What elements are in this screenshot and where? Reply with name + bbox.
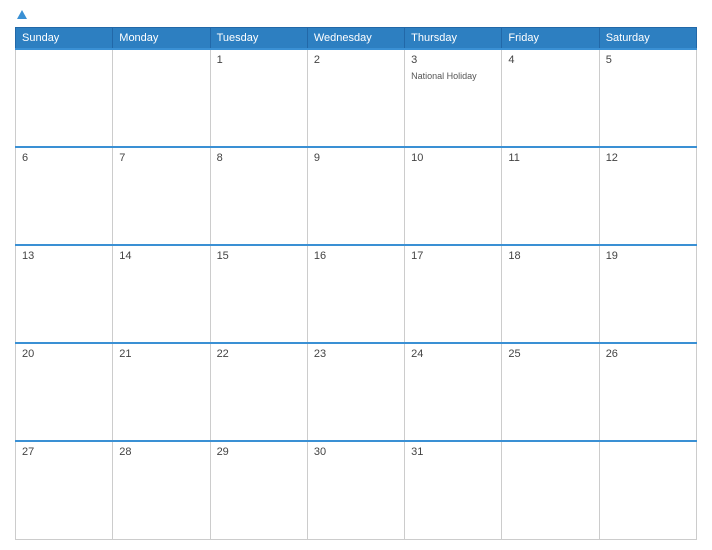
- day-number: 22: [217, 348, 301, 360]
- day-number: 3: [411, 54, 495, 66]
- calendar-cell: 21: [113, 343, 210, 441]
- calendar-cell: 18: [502, 245, 599, 343]
- calendar-cell: 11: [502, 147, 599, 245]
- day-number: 11: [508, 152, 592, 164]
- calendar-cell: 6: [16, 147, 113, 245]
- day-number: 7: [119, 152, 203, 164]
- day-number: 29: [217, 446, 301, 458]
- calendar-cell: [16, 49, 113, 147]
- calendar-cell: 29: [210, 441, 307, 539]
- day-number: 5: [606, 54, 690, 66]
- calendar-table: SundayMondayTuesdayWednesdayThursdayFrid…: [15, 27, 697, 540]
- calendar-cell: 5: [599, 49, 696, 147]
- day-number: 1: [217, 54, 301, 66]
- calendar-cell: 3 National Holiday: [405, 49, 502, 147]
- calendar-cell: 10: [405, 147, 502, 245]
- day-number: 8: [217, 152, 301, 164]
- weekday-header-wednesday: Wednesday: [307, 28, 404, 50]
- day-number: 2: [314, 54, 398, 66]
- calendar-cell: 26: [599, 343, 696, 441]
- day-number: 18: [508, 250, 592, 262]
- day-number: 25: [508, 348, 592, 360]
- calendar-cell: 31: [405, 441, 502, 539]
- calendar-cell: 23: [307, 343, 404, 441]
- calendar-cell: 30: [307, 441, 404, 539]
- day-number: 28: [119, 446, 203, 458]
- calendar-cell: 1: [210, 49, 307, 147]
- calendar-cell: 2: [307, 49, 404, 147]
- day-number: 15: [217, 250, 301, 262]
- logo: [15, 10, 27, 19]
- day-number: 31: [411, 446, 495, 458]
- weekday-header-saturday: Saturday: [599, 28, 696, 50]
- calendar-cell: 22: [210, 343, 307, 441]
- day-number: 27: [22, 446, 106, 458]
- weekday-header-friday: Friday: [502, 28, 599, 50]
- week-row-1: 1 2 3 National Holiday 4 5: [16, 49, 697, 147]
- day-number: 19: [606, 250, 690, 262]
- day-number: 9: [314, 152, 398, 164]
- calendar-cell: 25: [502, 343, 599, 441]
- weekday-header-sunday: Sunday: [16, 28, 113, 50]
- weekday-header-tuesday: Tuesday: [210, 28, 307, 50]
- calendar-page: SundayMondayTuesdayWednesdayThursdayFrid…: [0, 0, 712, 550]
- calendar-cell: 17: [405, 245, 502, 343]
- week-row-5: 27 28 29 30 31: [16, 441, 697, 539]
- day-event: National Holiday: [411, 71, 477, 81]
- day-number: 17: [411, 250, 495, 262]
- calendar-cell: 12: [599, 147, 696, 245]
- calendar-cell: 13: [16, 245, 113, 343]
- day-number: 23: [314, 348, 398, 360]
- calendar-cell: 28: [113, 441, 210, 539]
- day-number: 26: [606, 348, 690, 360]
- week-row-3: 13 14 15 16 17 18 19: [16, 245, 697, 343]
- calendar-cell: [113, 49, 210, 147]
- day-number: 12: [606, 152, 690, 164]
- day-number: 24: [411, 348, 495, 360]
- weekday-header-row: SundayMondayTuesdayWednesdayThursdayFrid…: [16, 28, 697, 50]
- day-number: 10: [411, 152, 495, 164]
- calendar-cell: [599, 441, 696, 539]
- calendar-cell: 19: [599, 245, 696, 343]
- calendar-header: [15, 10, 697, 19]
- calendar-cell: 4: [502, 49, 599, 147]
- calendar-cell: 27: [16, 441, 113, 539]
- day-number: 13: [22, 250, 106, 262]
- weekday-header-thursday: Thursday: [405, 28, 502, 50]
- day-number: 20: [22, 348, 106, 360]
- day-number: 6: [22, 152, 106, 164]
- day-number: 16: [314, 250, 398, 262]
- calendar-cell: 16: [307, 245, 404, 343]
- logo-triangle-icon: [17, 10, 27, 19]
- day-number: 14: [119, 250, 203, 262]
- calendar-cell: 20: [16, 343, 113, 441]
- day-number: 4: [508, 54, 592, 66]
- calendar-cell: 15: [210, 245, 307, 343]
- week-row-2: 6 7 8 9 10 11 12: [16, 147, 697, 245]
- day-number: 30: [314, 446, 398, 458]
- calendar-cell: 9: [307, 147, 404, 245]
- calendar-cell: 24: [405, 343, 502, 441]
- week-row-4: 20 21 22 23 24 25 26: [16, 343, 697, 441]
- calendar-cell: [502, 441, 599, 539]
- calendar-cell: 8: [210, 147, 307, 245]
- day-number: 21: [119, 348, 203, 360]
- calendar-cell: 14: [113, 245, 210, 343]
- calendar-cell: 7: [113, 147, 210, 245]
- weekday-header-monday: Monday: [113, 28, 210, 50]
